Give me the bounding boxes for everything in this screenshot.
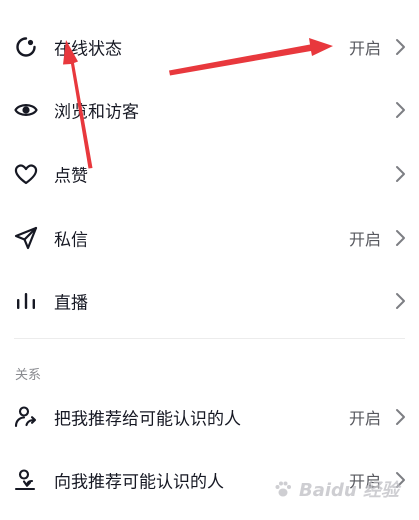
chevron-right-icon bbox=[393, 292, 407, 310]
live-row[interactable]: 直播 bbox=[0, 269, 419, 333]
recommend-me-value: 开启 bbox=[348, 409, 381, 428]
views-visitors-row[interactable]: 浏览和访客 bbox=[0, 78, 419, 142]
eye-icon bbox=[13, 97, 39, 123]
likes-row[interactable]: 点赞 bbox=[0, 142, 419, 206]
watermark-text: Baidu 经验 bbox=[298, 480, 399, 501]
relations-section-title: 关系 bbox=[15, 368, 42, 383]
person-share-icon bbox=[13, 404, 39, 430]
chevron-right-icon bbox=[393, 408, 407, 426]
views-visitors-label: 浏览和访客 bbox=[54, 102, 139, 123]
section-divider bbox=[14, 338, 405, 339]
direct-messages-label: 私信 bbox=[54, 230, 88, 251]
privacy-settings-screen: 在线状态 开启 浏览和访客 点赞 私信 开启 直播 关系 把我推荐给可能认识的人… bbox=[0, 0, 419, 520]
online-status-value: 开启 bbox=[348, 39, 381, 58]
chevron-right-icon bbox=[393, 101, 407, 119]
paper-plane-icon bbox=[13, 225, 39, 251]
chevron-right-icon bbox=[393, 38, 407, 56]
chevron-right-icon bbox=[393, 165, 407, 183]
person-recommend-icon bbox=[13, 467, 39, 493]
online-status-label: 在线状态 bbox=[54, 39, 122, 60]
online-status-icon bbox=[13, 34, 39, 60]
bars-icon bbox=[13, 288, 39, 314]
chevron-right-icon bbox=[393, 229, 407, 247]
recommend-to-me-label: 向我推荐可能认识的人 bbox=[54, 472, 224, 493]
paw-icon bbox=[275, 481, 291, 497]
baidu-watermark: Baidu 经验 bbox=[273, 476, 399, 502]
likes-label: 点赞 bbox=[54, 166, 88, 187]
direct-messages-value: 开启 bbox=[348, 230, 381, 249]
live-label: 直播 bbox=[54, 293, 88, 314]
recommend-me-row[interactable]: 把我推荐给可能认识的人 开启 bbox=[0, 385, 419, 449]
recommend-me-label: 把我推荐给可能认识的人 bbox=[54, 409, 241, 430]
online-status-row[interactable]: 在线状态 开启 bbox=[0, 15, 419, 79]
direct-messages-row[interactable]: 私信 开启 bbox=[0, 206, 419, 270]
heart-icon bbox=[13, 161, 39, 187]
